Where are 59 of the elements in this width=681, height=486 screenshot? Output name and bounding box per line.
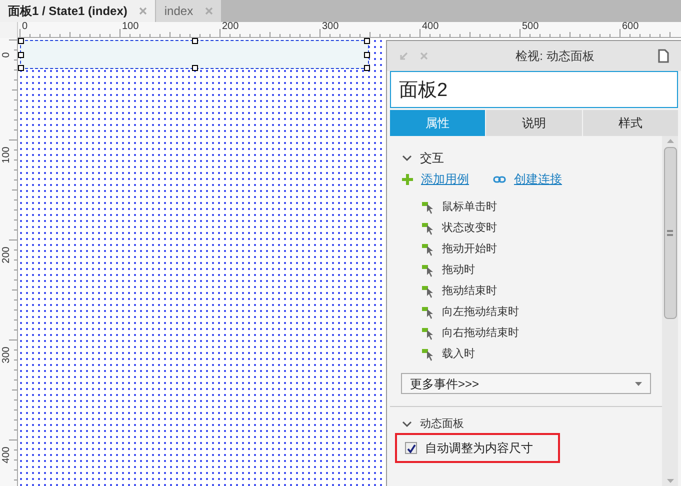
section-title: 交互 (420, 150, 444, 166)
ruler-label: 200 (222, 22, 239, 32)
resize-handle[interactable] (192, 38, 198, 44)
chevron-icon[interactable] (402, 152, 412, 162)
event-item[interactable]: 拖动时 (442, 262, 475, 279)
inspector-tab[interactable]: 说明 (486, 110, 582, 136)
selected-panel-widget[interactable] (20, 40, 369, 69)
cursor-icon (422, 348, 434, 360)
cursor-icon (422, 328, 434, 340)
cursor-icon (422, 264, 434, 276)
event-item[interactable]: 鼠标单击时 (442, 199, 497, 216)
document-tab[interactable]: index (155, 0, 222, 22)
tab-label: index (164, 3, 194, 20)
cursor-icon (422, 244, 434, 256)
event-item[interactable]: 拖动结束时 (442, 283, 497, 300)
resize-handle[interactable] (18, 65, 24, 71)
more-events-dropdown[interactable]: 更多事件>>> (401, 373, 651, 394)
event-item[interactable]: 载入时 (442, 346, 475, 363)
ruler-label: 0 (2, 51, 12, 60)
resize-handle[interactable] (364, 52, 370, 58)
inspector-title: 检视: 动态面板 (514, 48, 596, 65)
event-item[interactable]: 向右拖动结束时 (442, 325, 519, 342)
ruler-label: 100 (122, 22, 139, 32)
cursor-icon (422, 202, 434, 214)
inspector-tab[interactable]: 样式 (582, 110, 678, 136)
event-item[interactable]: 向左拖动结束时 (442, 304, 519, 321)
name-input-field[interactable]: 面板2 (390, 71, 678, 108)
ruler-label: 400 (2, 446, 12, 465)
event-item[interactable]: 状态改变时 (442, 220, 497, 237)
cursor-icon (422, 306, 434, 318)
resize-handle[interactable] (364, 38, 370, 44)
scrollbar-drawing[interactable] (662, 136, 678, 486)
resize-handle[interactable] (192, 65, 198, 71)
option-label: 自动调整为内容尺寸 (425, 440, 533, 457)
event-item[interactable]: 拖动开始时 (442, 241, 497, 258)
create-link-link[interactable]: 创建连接 (514, 170, 562, 188)
resize-handle[interactable] (18, 52, 24, 58)
resize-handle[interactable] (364, 65, 370, 71)
plus-icon (402, 174, 413, 184)
section-title: 动态面板 (420, 416, 464, 432)
caret-icon (635, 382, 642, 386)
ruler-label: 100 (2, 146, 12, 165)
ruler-label: 200 (2, 246, 12, 265)
page-icon[interactable] (658, 49, 669, 63)
chevron-icon[interactable] (402, 419, 412, 429)
resize-handle[interactable] (18, 38, 24, 44)
link-icon (493, 176, 506, 182)
add-case-link[interactable]: 添加用例 (421, 170, 469, 188)
ruler-label: 300 (2, 346, 12, 365)
tab-label: 面板1 / State1 (index) (8, 3, 128, 20)
ruler-label: 500 (522, 22, 539, 32)
document-tab[interactable]: 面板1 / State1 (index) (0, 0, 156, 22)
checkbox[interactable] (405, 442, 417, 454)
cursor-icon (422, 222, 434, 234)
ruler-label: 0 (22, 22, 28, 32)
ruler-label: 600 (622, 22, 639, 32)
ruler-label: 300 (322, 22, 339, 32)
ruler-label: 400 (422, 22, 439, 32)
cursor-icon (422, 286, 434, 298)
